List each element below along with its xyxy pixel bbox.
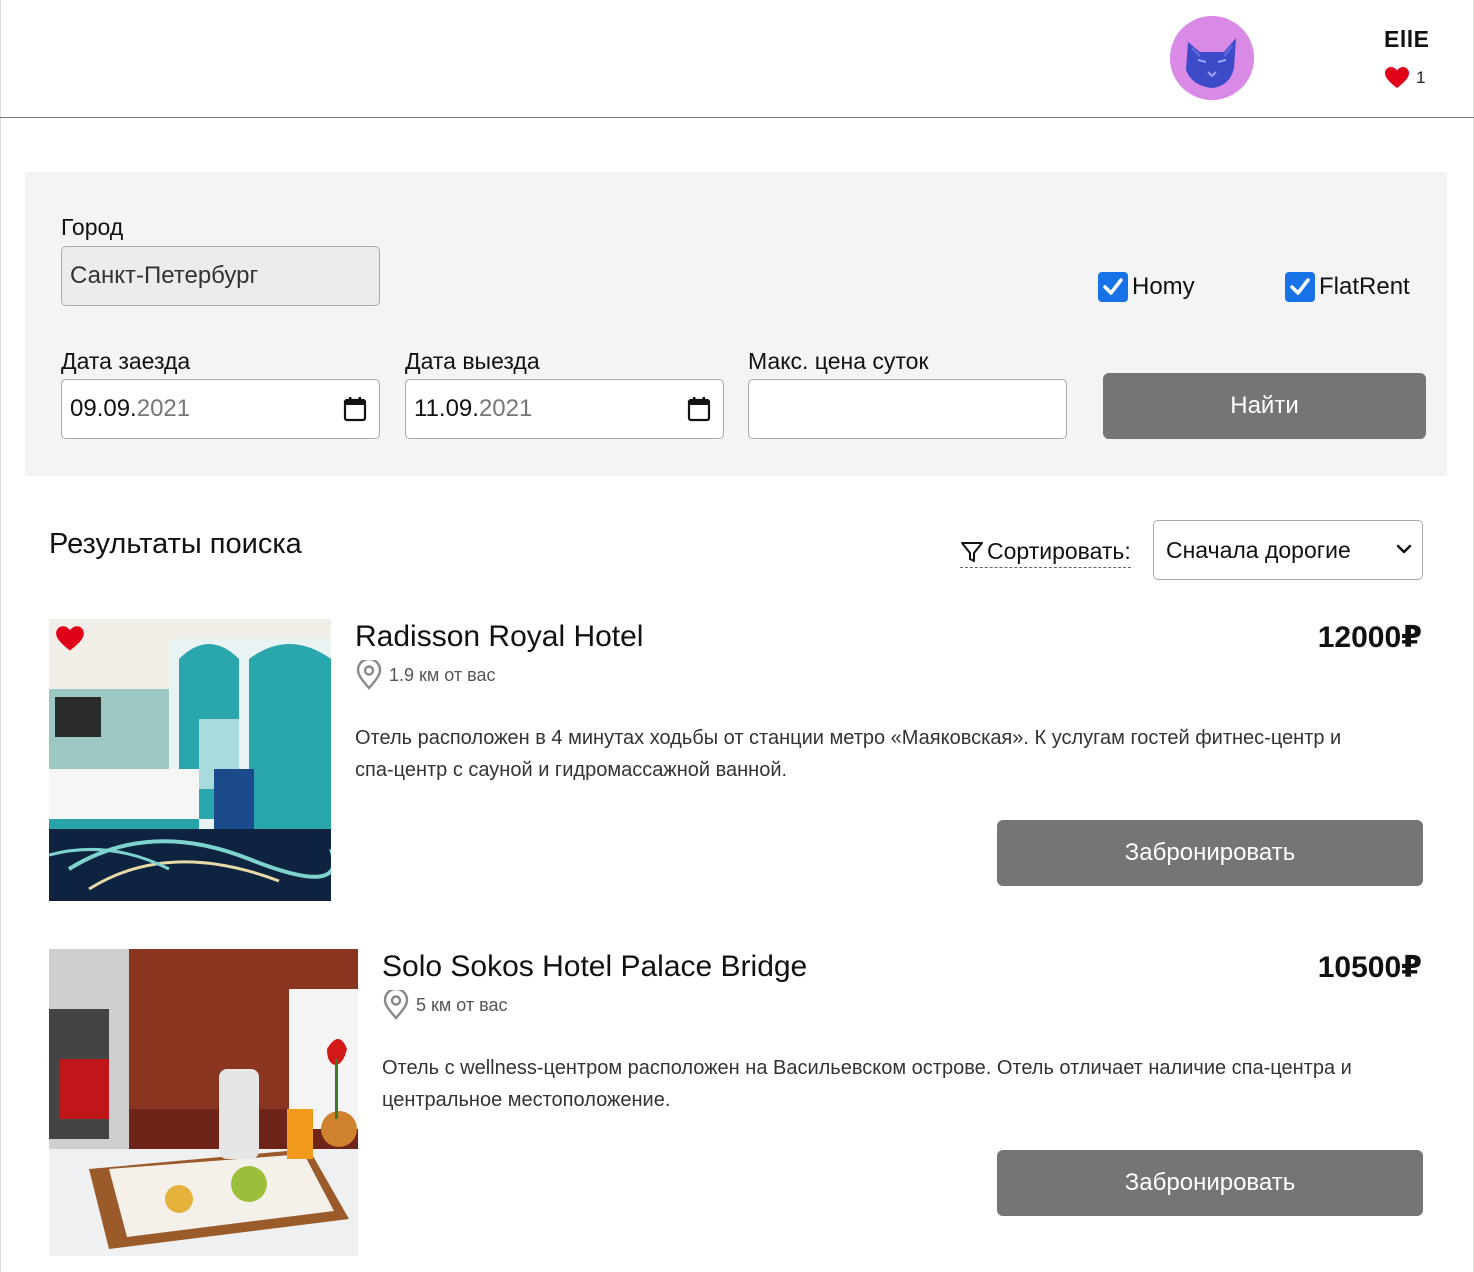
book-button[interactable]: Забронировать xyxy=(997,820,1423,886)
user-avatar[interactable] xyxy=(1170,16,1254,100)
username[interactable]: EllE xyxy=(1384,26,1429,53)
hotel-name[interactable]: Solo Sokos Hotel Palace Bridge xyxy=(382,950,807,984)
provider-homy-label: Homy xyxy=(1132,273,1195,300)
checkin-label: Дата заезда xyxy=(61,348,191,374)
hotel-photo[interactable] xyxy=(49,619,331,901)
hotel-distance: 1.9 км от вас xyxy=(355,660,496,690)
search-button[interactable]: Найти xyxy=(1103,373,1426,439)
city-label: Город xyxy=(61,214,124,240)
search-panel: Город Санкт-Петербург Homy FlatRent Дата… xyxy=(25,172,1447,476)
hotel-room-image xyxy=(49,619,331,901)
top-header: EllE 1 xyxy=(0,0,1474,118)
breakfast-tray-image xyxy=(49,949,358,1256)
favorite-heart-icon[interactable] xyxy=(55,625,85,653)
hotel-photo[interactable] xyxy=(49,949,358,1256)
sort-label: Сортировать: xyxy=(987,538,1131,564)
calendar-icon[interactable] xyxy=(687,396,711,422)
provider-flatrent-label: FlatRent xyxy=(1319,273,1410,300)
checkout-day-month: 11.09. xyxy=(414,395,479,422)
chevron-down-icon xyxy=(1396,544,1412,554)
hotel-description: Отель расположен в 4 минутах ходьбы от с… xyxy=(355,722,1425,786)
location-pin-icon xyxy=(383,990,409,1020)
sort-select[interactable]: Сначала дорогие xyxy=(1153,520,1423,580)
book-button[interactable]: Забронировать xyxy=(997,1150,1423,1216)
filter-icon xyxy=(961,541,983,562)
checkmark-icon xyxy=(1285,272,1315,302)
hotel-price: 10500₽ xyxy=(1317,951,1422,984)
description-line: Отель расположен в 4 минутах ходьбы от с… xyxy=(355,727,1342,749)
description-line: Отель с wellness-центром расположен на В… xyxy=(382,1057,1352,1079)
favorites-heart-icon[interactable] xyxy=(1384,66,1410,90)
cat-avatar-icon xyxy=(1170,16,1254,100)
description-line: центральное местоположение. xyxy=(382,1089,671,1111)
hotel-description: Отель с wellness-центром расположен на В… xyxy=(382,1052,1442,1116)
checkout-label: Дата выезда xyxy=(405,348,540,374)
max-price-label: Макс. цена суток xyxy=(748,348,929,374)
sort-toggle[interactable]: Сортировать: xyxy=(960,538,1131,568)
favorites-count: 1 xyxy=(1416,68,1426,87)
provider-homy-checkbox[interactable]: Homy xyxy=(1098,272,1195,302)
checkout-date-input[interactable]: 11.09. 2021 xyxy=(405,379,724,439)
distance-text: 1.9 км от вас xyxy=(389,664,496,685)
checkout-year: 2021 xyxy=(478,395,533,422)
city-value: Санкт-Петербург xyxy=(70,262,259,289)
location-pin-icon xyxy=(356,660,382,690)
results-title: Результаты поиска xyxy=(49,528,302,560)
hotel-name[interactable]: Radisson Royal Hotel xyxy=(355,620,643,654)
checkin-year: 2021 xyxy=(136,395,191,422)
distance-text: 5 км от вас xyxy=(416,994,508,1015)
hotel-price: 12000₽ xyxy=(1317,621,1422,654)
checkmark-icon xyxy=(1098,272,1128,302)
sort-value: Сначала дорогие xyxy=(1166,536,1351,563)
city-field[interactable]: Санкт-Петербург xyxy=(61,246,380,306)
calendar-icon[interactable] xyxy=(343,396,367,422)
provider-flatrent-checkbox[interactable]: FlatRent xyxy=(1285,272,1410,302)
max-price-input[interactable] xyxy=(748,379,1067,439)
checkin-day-month: 09.09. xyxy=(70,395,137,422)
checkin-date-input[interactable]: 09.09. 2021 xyxy=(61,379,380,439)
description-line: спа-центр с сауной и гидромассажной ванн… xyxy=(355,759,788,781)
hotel-distance: 5 км от вас xyxy=(382,990,508,1020)
